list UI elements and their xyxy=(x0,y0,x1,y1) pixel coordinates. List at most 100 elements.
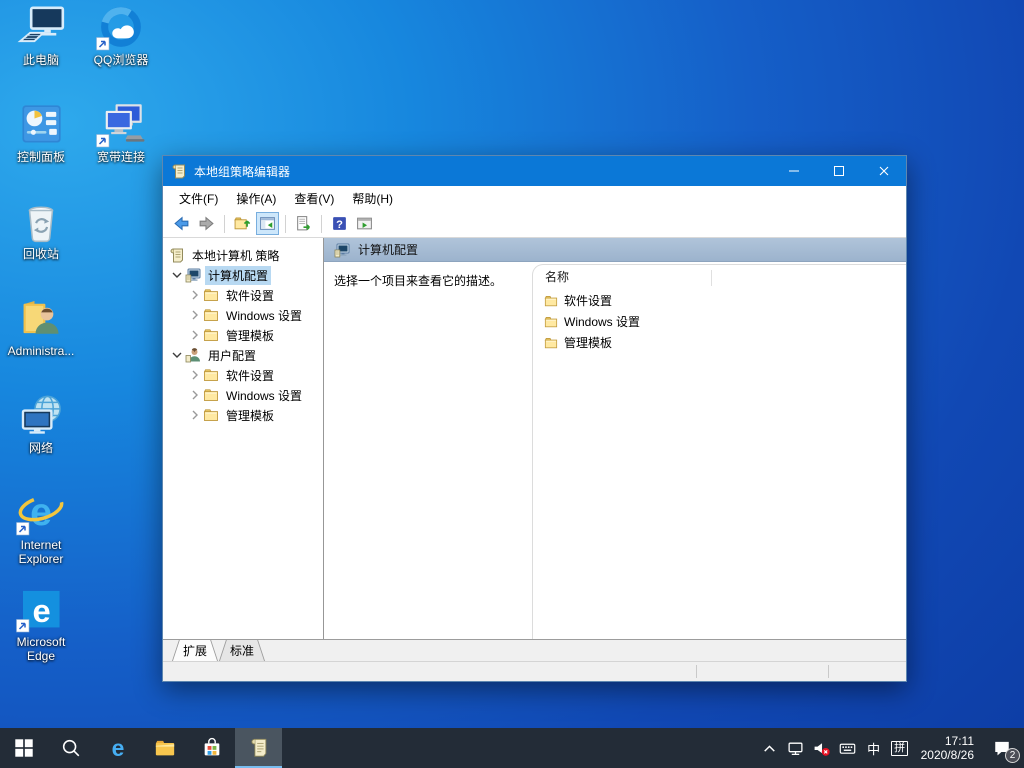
win-close-icon xyxy=(876,163,892,179)
folder-icon xyxy=(203,327,219,343)
desktop-icon-internet-explorer[interactable]: eInternet Explorer xyxy=(2,491,80,588)
description-pane: 选择一个项目来查看它的描述。 xyxy=(324,262,532,639)
tree-expander-collapsed[interactable] xyxy=(187,307,203,323)
taskbar-start-button[interactable] xyxy=(0,728,47,768)
tree-expander-collapsed[interactable] xyxy=(187,407,203,423)
tab-标准[interactable]: 标准 xyxy=(219,640,265,661)
column-divider[interactable] xyxy=(711,270,712,286)
taskbar-store-button[interactable] xyxy=(188,728,235,768)
desktop-icon-network[interactable]: 网络 xyxy=(2,394,80,491)
minimize-button[interactable] xyxy=(771,156,816,186)
list-item-label: 软件设置 xyxy=(564,292,612,309)
tray-volume-muted[interactable] xyxy=(809,728,835,768)
keyboard-icon xyxy=(839,740,856,757)
tree-expander-expanded[interactable] xyxy=(169,347,185,363)
menu-item-2[interactable]: 查看(V) xyxy=(285,188,343,208)
tree-item-计算机配置[interactable]: 计算机配置 xyxy=(163,265,323,285)
tree-item-用户配置[interactable]: 用户配置 xyxy=(163,345,323,365)
tree-expander-collapsed[interactable] xyxy=(187,287,203,303)
tab-label: 扩展 xyxy=(172,640,218,661)
tree-item-管理模板[interactable]: 管理模板 xyxy=(163,325,323,345)
search-icon xyxy=(60,737,82,759)
action-center-button[interactable]: 2 xyxy=(982,728,1022,768)
recycle-bin-icon xyxy=(17,200,65,244)
menu-item-1[interactable]: 操作(A) xyxy=(227,188,285,208)
tree-item-本地计算机 策略[interactable]: 本地计算机 策略 xyxy=(163,245,323,265)
menu-item-3[interactable]: 帮助(H) xyxy=(343,188,402,208)
explorer-icon xyxy=(154,737,176,759)
tree-expander-collapsed[interactable] xyxy=(187,327,203,343)
desktop-icon-recycle-bin[interactable]: 回收站 xyxy=(2,200,80,297)
svg-text:e: e xyxy=(30,491,52,534)
tray-network-tray[interactable] xyxy=(783,728,809,768)
desktop-icon-label: 宽带连接 xyxy=(97,150,145,164)
tree-expander-collapsed[interactable] xyxy=(187,387,203,403)
status-divider xyxy=(828,665,829,678)
tray-ime-pinyin[interactable]: 拼 xyxy=(887,728,913,768)
scroll-task-icon xyxy=(248,737,270,759)
tray-ime-pinyin-label: 拼 xyxy=(891,741,908,756)
close-button[interactable] xyxy=(861,156,906,186)
tree-item-Windows 设置[interactable]: Windows 设置 xyxy=(163,305,323,325)
qq-browser-icon xyxy=(97,6,145,50)
tree-item-label: Windows 设置 xyxy=(223,306,305,325)
tree-item-软件设置[interactable]: 软件设置 xyxy=(163,365,323,385)
column-header-name[interactable]: 名称 xyxy=(533,265,906,290)
toolbar-help-button[interactable]: ? xyxy=(328,212,351,235)
shortcut-overlay-icon xyxy=(16,619,30,633)
desktop-icon-administrator-folder[interactable]: Administra... xyxy=(2,297,80,394)
clock-time: 17:11 xyxy=(921,734,974,748)
tray-ime-language[interactable]: 中 xyxy=(861,728,887,768)
tree-item-软件设置[interactable]: 软件设置 xyxy=(163,285,323,305)
toolbar: ? xyxy=(163,210,906,238)
gpedit-window: 本地组策略编辑器 文件(F)操作(A)查看(V)帮助(H) ? 本地计算机 策略… xyxy=(162,155,907,682)
status-bar xyxy=(163,661,906,681)
tree-expander-collapsed[interactable] xyxy=(187,367,203,383)
taskbar-clock[interactable]: 17:11 2020/8/26 xyxy=(913,734,982,762)
taskbar-search-button[interactable] xyxy=(47,728,94,768)
taskbar-gpedit-button[interactable] xyxy=(235,728,282,768)
menu-item-0[interactable]: 文件(F) xyxy=(170,188,227,208)
window-title: 本地组策略编辑器 xyxy=(194,163,764,180)
win-max-icon xyxy=(831,163,847,179)
list-item-软件设置[interactable]: 软件设置 xyxy=(533,290,906,311)
tray-touch-keyboard[interactable] xyxy=(835,728,861,768)
tree-item-管理模板[interactable]: 管理模板 xyxy=(163,405,323,425)
list-item-管理模板[interactable]: 管理模板 xyxy=(533,332,906,353)
tree-item-label: 软件设置 xyxy=(223,366,277,385)
desktop-icon-qq-browser[interactable]: QQ浏览器 xyxy=(82,6,160,103)
toolbar-back-button[interactable] xyxy=(170,212,193,235)
maximize-button[interactable] xyxy=(816,156,861,186)
desktop-icon-broadband[interactable]: 宽带连接 xyxy=(82,103,160,200)
forward-arrow-icon xyxy=(198,215,215,232)
microsoft-edge-icon: e xyxy=(17,588,65,632)
taskbar-edge-button[interactable]: e xyxy=(94,728,141,768)
tree-item-Windows 设置[interactable]: Windows 设置 xyxy=(163,385,323,405)
taskbar-file-explorer-button[interactable] xyxy=(141,728,188,768)
tray-tray-expand[interactable] xyxy=(757,728,783,768)
volume-muted-icon xyxy=(813,740,830,757)
window-title-icon xyxy=(171,163,187,179)
toolbar-up-one-level-button[interactable] xyxy=(231,212,254,235)
status-divider xyxy=(696,665,697,678)
results-pane-title: 计算机配置 xyxy=(358,241,418,258)
list-item-Windows 设置[interactable]: Windows 设置 xyxy=(533,311,906,332)
this-pc-icon xyxy=(17,6,65,50)
help-icon: ? xyxy=(331,215,348,232)
clock-date: 2020/8/26 xyxy=(921,748,974,762)
desktop-icon-this-pc[interactable]: 此电脑 xyxy=(2,6,80,103)
toolbar-forward-button[interactable] xyxy=(195,212,218,235)
system-tray: 中拼 17:11 2020/8/26 2 xyxy=(757,728,1024,768)
shortcut-overlay-icon xyxy=(96,37,110,51)
results-pane-header: 计算机配置 xyxy=(324,238,906,262)
desktop-icon-control-panel[interactable]: 控制面板 xyxy=(2,103,80,200)
toolbar-show-console-tree-button[interactable] xyxy=(256,212,279,235)
shortcut-overlay-icon xyxy=(16,522,30,536)
toolbar-export-list-button[interactable] xyxy=(292,212,315,235)
desktop-icon-microsoft-edge[interactable]: eMicrosoft Edge xyxy=(2,588,80,685)
folder-icon xyxy=(203,307,219,323)
tree-expander-expanded[interactable] xyxy=(169,267,185,283)
tab-扩展[interactable]: 扩展 xyxy=(172,640,218,661)
toolbar-new-window-button[interactable] xyxy=(353,212,376,235)
window-titlebar[interactable]: 本地组策略编辑器 xyxy=(163,156,906,186)
